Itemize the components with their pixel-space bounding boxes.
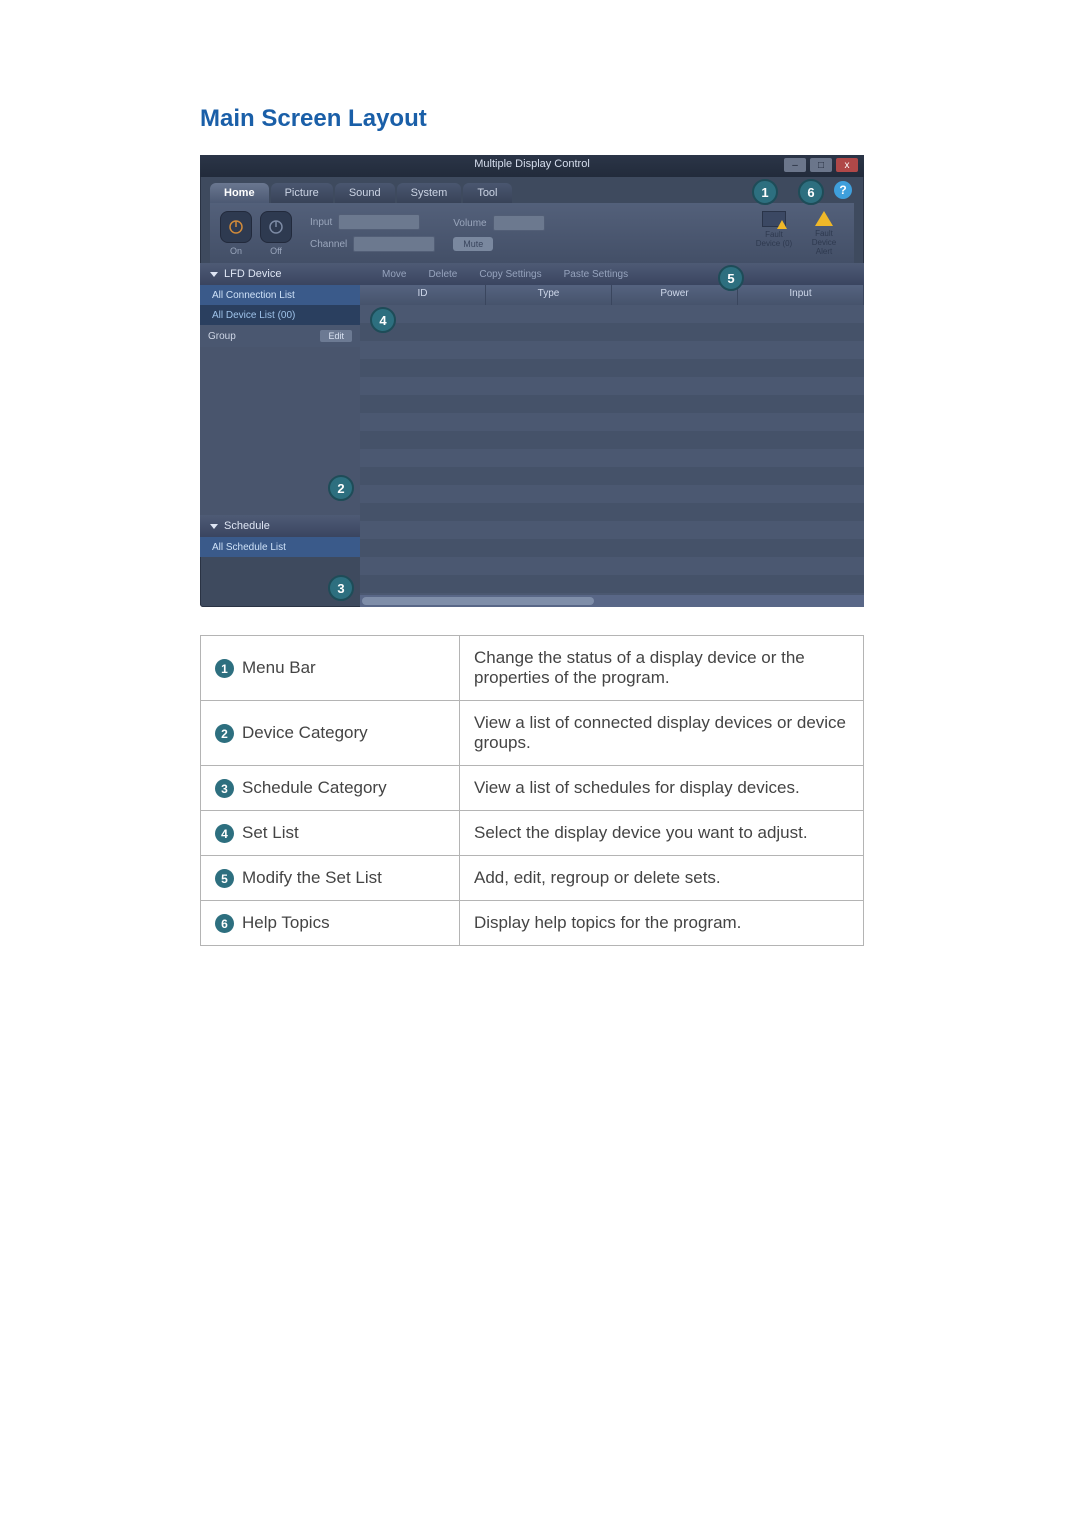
legend-desc: View a list of connected display devices… [460, 701, 864, 766]
volume-label: Volume [453, 218, 486, 229]
legend-desc: Select the display device you want to ad… [460, 811, 864, 856]
power-on-label: On [220, 246, 252, 256]
legend-label: Set List [242, 823, 299, 842]
group-edit-button[interactable]: Edit [320, 330, 352, 342]
window-titlebar: Multiple Display Control – □ x [200, 155, 864, 177]
legend-table: 1 Menu Bar Change the status of a display… [200, 635, 864, 946]
legend-number: 1 [215, 659, 234, 678]
volume-field: Volume [453, 215, 544, 231]
input-label: Input [310, 217, 332, 228]
legend-label: Device Category [242, 723, 368, 742]
table-row: 4 Set List Select the display device you … [201, 811, 864, 856]
legend-label: Help Topics [242, 913, 330, 932]
scroll-thumb[interactable] [362, 597, 594, 605]
legend-desc: View a list of schedules for display dev… [460, 766, 864, 811]
legend-label: Menu Bar [242, 658, 316, 677]
legend-desc: Display help topics for the program. [460, 901, 864, 946]
callout-4: 4 [370, 307, 396, 333]
power-on-button[interactable] [220, 211, 252, 243]
set-toolbar: Move Delete Copy Settings Paste Settings [360, 263, 864, 285]
fault-count-label: Fault Device (0) [754, 230, 794, 248]
chevron-down-icon [210, 524, 218, 529]
left-panel: LFD Device All Connection List All Devic… [200, 263, 360, 607]
move-button[interactable]: Move [382, 269, 406, 280]
group-label: Group [208, 331, 236, 342]
legend-number: 6 [215, 914, 234, 933]
warning-icon [815, 211, 833, 226]
chevron-down-icon [210, 272, 218, 277]
all-device-list[interactable]: All Device List (00) [200, 305, 360, 325]
device-list-panel: Move Delete Copy Settings Paste Settings… [360, 263, 864, 607]
mute-button[interactable]: Mute [453, 237, 493, 251]
all-connection-list[interactable]: All Connection List [200, 285, 360, 305]
table-row: 5 Modify the Set List Add, edit, regroup … [201, 856, 864, 901]
legend-label: Schedule Category [242, 778, 387, 797]
table-row: 6 Help Topics Display help topics for the… [201, 901, 864, 946]
table-row: 2 Device Category View a list of connecte… [201, 701, 864, 766]
all-schedule-list[interactable]: All Schedule List [200, 537, 360, 557]
delete-button[interactable]: Delete [428, 269, 457, 280]
input-dropdown[interactable] [338, 214, 420, 230]
window-buttons: – □ x [784, 158, 858, 172]
window-minimize-button[interactable]: – [784, 158, 806, 172]
power-group: On Off [220, 211, 292, 256]
device-columns: ID Type Power Input [360, 285, 864, 305]
col-input[interactable]: Input [738, 285, 864, 305]
tab-sound[interactable]: Sound [335, 183, 395, 203]
volume-stepper[interactable] [493, 215, 545, 231]
fault-alert-label: Fault Device Alert [804, 229, 844, 256]
table-row: 1 Menu Bar Change the status of a display… [201, 636, 864, 701]
power-icon [267, 218, 285, 236]
window-maximize-button[interactable]: □ [810, 158, 832, 172]
tab-tool[interactable]: Tool [463, 183, 511, 203]
schedule-section-header[interactable]: Schedule [200, 515, 360, 537]
callout-1: 1 [752, 179, 778, 205]
channel-field: Channel [310, 236, 435, 252]
horizontal-scrollbar[interactable] [360, 595, 864, 607]
page-heading: Main Screen Layout [200, 105, 427, 133]
legend-number: 4 [215, 824, 234, 843]
callout-2: 2 [328, 475, 354, 501]
tab-system[interactable]: System [397, 183, 462, 203]
power-icon [227, 218, 245, 236]
fault-device-alert[interactable]: Fault Device Alert [804, 211, 844, 256]
group-row: Group Edit [200, 325, 360, 347]
channel-label: Channel [310, 239, 347, 250]
legend-number: 5 [215, 869, 234, 888]
legend-number: 2 [215, 724, 234, 743]
legend-number: 3 [215, 779, 234, 798]
callout-3: 3 [328, 575, 354, 601]
col-power[interactable]: Power [612, 285, 738, 305]
legend-desc: Add, edit, regroup or delete sets. [460, 856, 864, 901]
table-row: 3 Schedule Category View a list of schedu… [201, 766, 864, 811]
tab-picture[interactable]: Picture [271, 183, 333, 203]
copy-settings-button[interactable]: Copy Settings [479, 269, 541, 280]
page: Main Screen Layout Multiple Display Cont… [0, 0, 1080, 1527]
input-field: Input [310, 214, 435, 230]
window-title: Multiple Display Control [474, 158, 590, 170]
device-grid[interactable] [360, 305, 864, 607]
channel-stepper[interactable] [353, 236, 435, 252]
callout-6: 6 [798, 179, 824, 205]
alert-group: Fault Device (0) Fault Device Alert [754, 211, 844, 256]
window-close-button[interactable]: x [836, 158, 858, 172]
schedule-label: Schedule [224, 520, 270, 532]
tab-home[interactable]: Home [210, 183, 269, 203]
lfd-section-header[interactable]: LFD Device [200, 263, 360, 285]
legend-desc: Change the status of a display device or… [460, 636, 864, 701]
callout-5: 5 [718, 265, 744, 291]
paste-settings-button[interactable]: Paste Settings [564, 269, 628, 280]
fault-device-count[interactable]: Fault Device (0) [754, 211, 794, 256]
legend-label: Modify the Set List [242, 868, 382, 887]
col-type[interactable]: Type [486, 285, 612, 305]
power-off-label: Off [260, 246, 292, 256]
app-window: Multiple Display Control – □ x ? Home Pi… [200, 155, 864, 607]
monitor-icon [762, 211, 786, 227]
power-off-button[interactable] [260, 211, 292, 243]
lfd-label: LFD Device [224, 268, 281, 280]
ribbon: On Off Input Channel [210, 203, 854, 263]
col-id[interactable]: ID [360, 285, 486, 305]
